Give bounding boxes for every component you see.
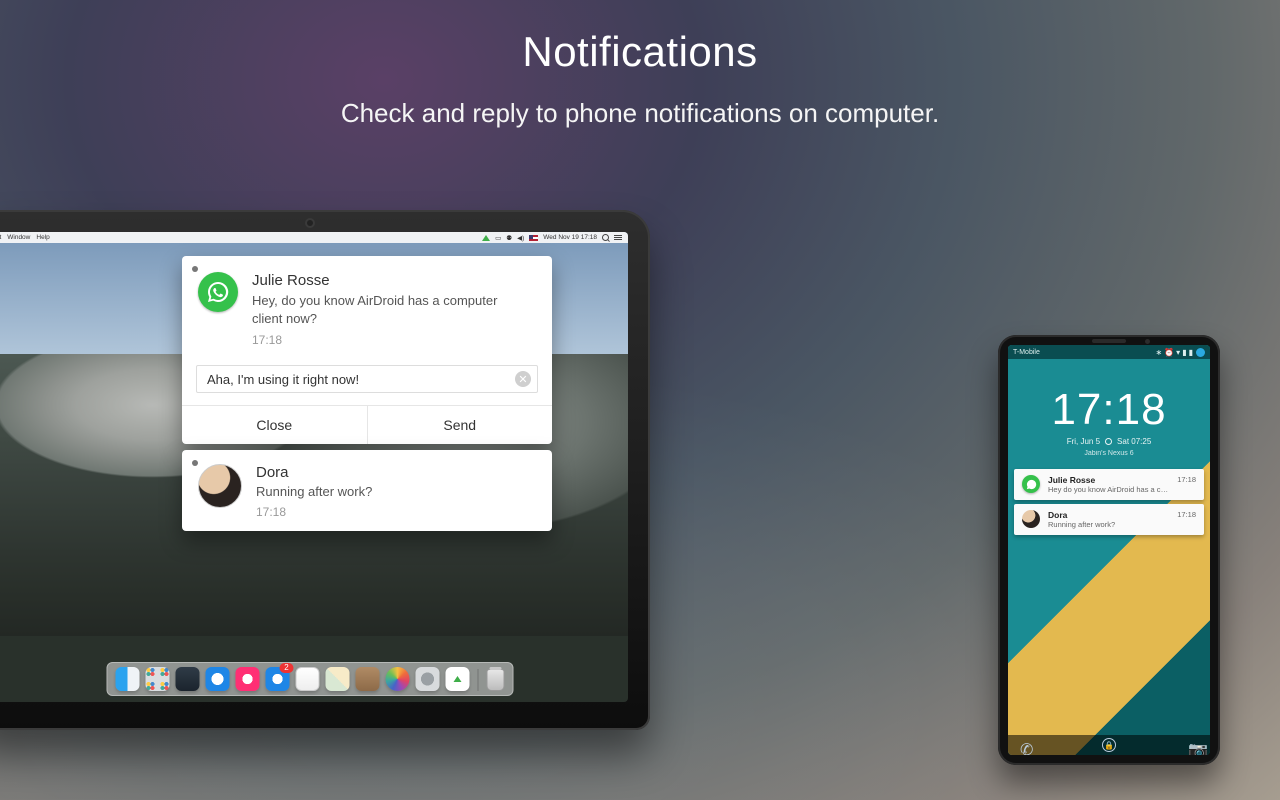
photos-icon[interactable]: [386, 667, 410, 691]
volume-icon: ◀): [517, 234, 524, 242]
phone-notif-time: 17:18: [1177, 475, 1196, 484]
avatar: [198, 464, 242, 508]
phone-notif-time: 17:18: [1177, 510, 1196, 519]
finder-icon[interactable]: [116, 667, 140, 691]
menu-item[interactable]: Help: [36, 234, 49, 241]
whatsapp-icon: [1022, 475, 1040, 493]
bluetooth-icon: ∗: [1156, 348, 1163, 357]
phone-notification-card[interactable]: Julie Rosse Hey do you know AirDroid has…: [1014, 469, 1204, 500]
phone-notif-message: Hey do you know AirDroid has a comp...: [1048, 485, 1169, 494]
menu-item[interactable]: it: [0, 234, 1, 241]
phone-notif-sender: Dora: [1048, 510, 1169, 520]
notification-card: Dora Running after work? 17:18: [182, 450, 552, 531]
device-name: Jabin's Nexus 6: [1008, 450, 1210, 457]
lockscreen-clock: 17:18: [1008, 385, 1210, 435]
battery-icon: ▭: [495, 234, 501, 242]
notification-time: 17:18: [256, 505, 372, 519]
app-store-icon[interactable]: [266, 667, 290, 691]
phone-statusbar: T-Mobile ∗ ⏰ ▾ ▮ ▮: [1008, 345, 1210, 359]
notification-status-dot: [192, 460, 198, 466]
wifi-icon: ⚉: [506, 234, 512, 242]
trash-icon[interactable]: [487, 669, 505, 691]
notification-time: 17:18: [252, 333, 522, 347]
phone-notif-sender: Julie Rosse: [1048, 475, 1169, 485]
airdroid-icon[interactable]: [446, 667, 470, 691]
safari-icon[interactable]: [206, 667, 230, 691]
maps-icon[interactable]: [326, 667, 350, 691]
notification-message: Hey, do you know AirDroid has a computer…: [252, 292, 522, 327]
lock-icon[interactable]: 🔒: [1102, 738, 1116, 752]
lockscreen-alarm-time: Sat 07:25: [1117, 437, 1151, 446]
spotlight-search-icon[interactable]: [602, 234, 609, 241]
airdroid-tray-icon[interactable]: [482, 235, 490, 241]
lockscreen-date: Fri, Jun 5: [1067, 437, 1100, 446]
mac-dock: [107, 662, 514, 696]
avatar: [1022, 510, 1040, 528]
page-title: Notifications: [0, 28, 1280, 76]
whatsapp-icon: [198, 272, 238, 312]
phone-navbar: ✆ 🔒 📷: [1008, 735, 1210, 755]
laptop-camera: [307, 220, 313, 226]
mission-control-icon[interactable]: [176, 667, 200, 691]
menu-item[interactable]: Window: [7, 234, 30, 241]
notification-sender: Dora: [256, 464, 372, 481]
phone-notif-message: Running after work?: [1048, 520, 1169, 529]
send-button[interactable]: Send: [368, 406, 553, 444]
phone-icon[interactable]: ✆: [1020, 740, 1030, 750]
close-button[interactable]: Close: [182, 406, 368, 444]
pages-icon[interactable]: [296, 667, 320, 691]
battery-icon: ▮: [1189, 348, 1193, 357]
phone-mockup: T-Mobile ∗ ⏰ ▾ ▮ ▮ 17:18 Fri, Jun 5 Sat …: [998, 335, 1220, 765]
notification-sender: Julie Rosse: [252, 272, 522, 289]
flag-icon: [529, 235, 538, 241]
notification-card: Julie Rosse Hey, do you know AirDroid ha…: [182, 256, 552, 444]
alarm-icon: [1105, 438, 1112, 445]
carrier-label: T-Mobile: [1013, 349, 1040, 356]
alarm-icon: ⏰: [1164, 348, 1174, 357]
clear-input-icon[interactable]: ✕: [515, 371, 531, 387]
notification-center-icon[interactable]: [614, 235, 622, 241]
launchpad-icon[interactable]: [146, 667, 170, 691]
laptop-screen: it Window Help ▭ ⚉ ◀) Wed Nov 19 17:18: [0, 232, 628, 702]
itunes-icon[interactable]: [236, 667, 260, 691]
phone-screen: T-Mobile ∗ ⏰ ▾ ▮ ▮ 17:18 Fri, Jun 5 Sat …: [1008, 345, 1210, 755]
phone-notification-card[interactable]: Dora Running after work? 17:18: [1014, 504, 1204, 535]
reply-input-text: Aha, I'm using it right now!: [207, 372, 359, 387]
page-subtitle: Check and reply to phone notifications o…: [0, 98, 1280, 129]
notification-message: Running after work?: [256, 484, 372, 499]
reply-input[interactable]: Aha, I'm using it right now! ✕: [196, 365, 538, 393]
settings-icon[interactable]: [416, 667, 440, 691]
menubar-clock: Wed Nov 19 17:18: [543, 234, 597, 241]
signal-icon: ▮: [1182, 348, 1186, 357]
wifi-icon: ▾: [1176, 348, 1180, 357]
contacts-icon[interactable]: [356, 667, 380, 691]
mac-menubar: it Window Help ▭ ⚉ ◀) Wed Nov 19 17:18: [0, 232, 628, 243]
laptop-mockup: it Window Help ▭ ⚉ ◀) Wed Nov 19 17:18: [0, 210, 650, 730]
notification-status-dot: [192, 266, 198, 272]
user-icon: [1196, 348, 1205, 357]
camera-icon[interactable]: 📷: [1188, 740, 1198, 750]
